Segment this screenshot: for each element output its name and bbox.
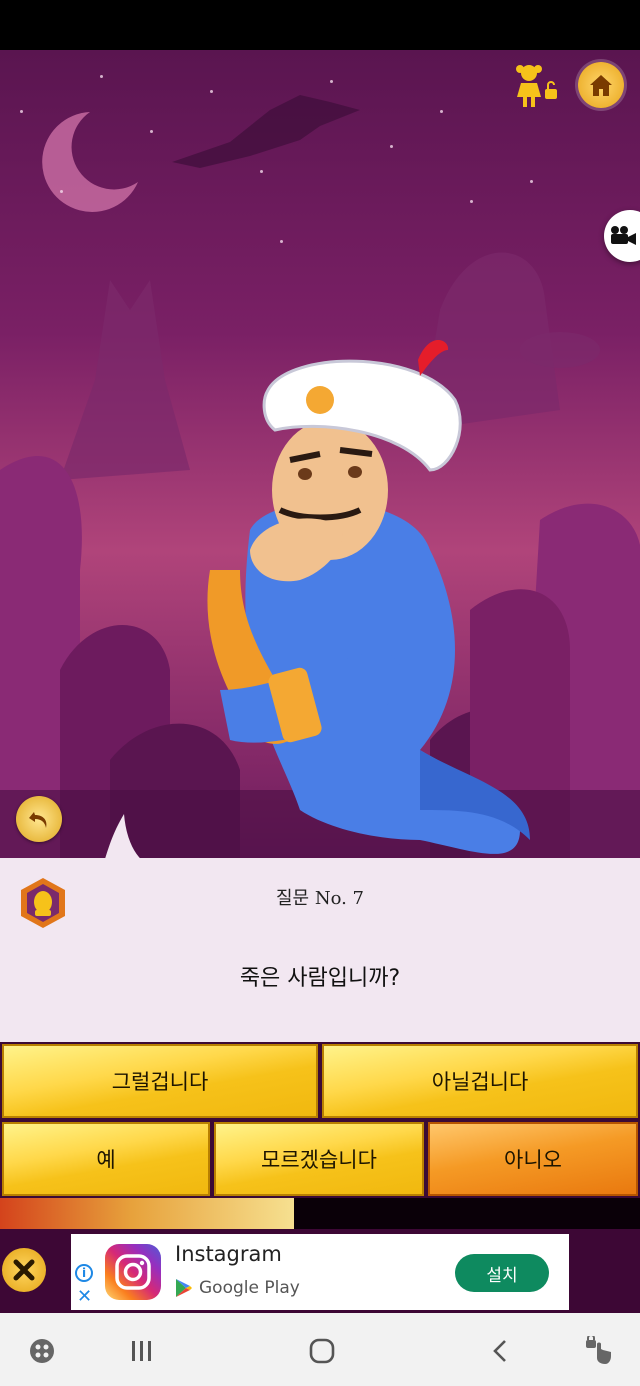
answer-probably-yes-button[interactable]: 그럴겁니다 (2, 1044, 318, 1118)
touch-lock-icon[interactable] (578, 1331, 618, 1371)
progress-bar (0, 1198, 640, 1229)
navigation-bar (0, 1313, 640, 1386)
carpet-silhouette (172, 95, 360, 168)
ad-app-name: Instagram (175, 1242, 282, 1266)
instagram-logo-icon (105, 1244, 161, 1300)
child-lock-icon[interactable] (512, 60, 562, 110)
question-text: 죽은 사람입니까? (239, 966, 401, 991)
answer-no-button[interactable]: 아니오 (428, 1122, 638, 1196)
home-icon[interactable] (578, 62, 624, 108)
moon-shape (42, 112, 138, 212)
home-circle-icon[interactable] (302, 1331, 342, 1371)
game-launcher-icon[interactable] (22, 1331, 62, 1371)
info-icon[interactable]: i (75, 1264, 93, 1282)
close-icon[interactable]: ✕ (77, 1288, 92, 1306)
undo-icon[interactable] (16, 796, 62, 842)
ad-store: Google Play (175, 1278, 300, 1298)
ad-banner[interactable]: i ✕ Instagram Google Play 설치 (71, 1234, 569, 1310)
ad-store-name: Google Play (199, 1278, 300, 1298)
install-button[interactable]: 설치 (455, 1254, 549, 1292)
speech-tail (104, 814, 144, 862)
answer-yes-button[interactable]: 예 (2, 1122, 210, 1196)
scene-illustration (0, 95, 640, 858)
game-scene (0, 50, 640, 858)
answer-dont-know-button[interactable]: 모르겠습니다 (214, 1122, 424, 1196)
recent-apps-icon[interactable] (122, 1331, 162, 1371)
answer-probably-no-button[interactable]: 아닐겁니다 (322, 1044, 638, 1118)
batman-silhouette (60, 280, 190, 480)
status-bar (0, 0, 640, 50)
close-ad-icon[interactable] (2, 1248, 46, 1292)
progress-fill (0, 1198, 295, 1229)
google-play-icon (176, 1279, 192, 1297)
answer-buttons: 그럴겁니다 아닐겁니다 예 모르겠습니다 아니오 (0, 1042, 640, 1198)
question-number: 질문 No. 7 (275, 888, 364, 909)
question-panel: 질문 No. 7 죽은 사람입니까? (0, 814, 640, 1042)
back-icon[interactable] (480, 1331, 520, 1371)
